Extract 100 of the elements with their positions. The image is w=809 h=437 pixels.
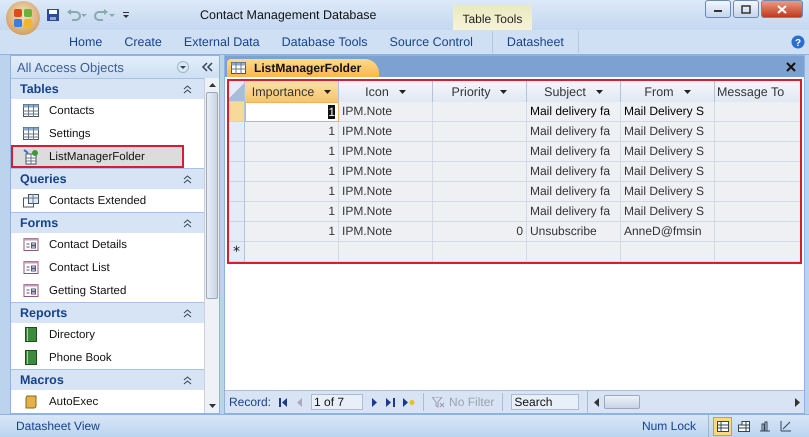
scroll-icon	[23, 394, 39, 408]
table-cell: 1	[245, 182, 339, 202]
navigation-item[interactable]: Contact List	[11, 256, 204, 279]
table-icon	[23, 104, 39, 117]
scroll-right-icon[interactable]	[794, 398, 800, 406]
ribbon-tab[interactable]: Datasheet	[492, 31, 579, 53]
help-icon[interactable]: ?	[791, 35, 805, 49]
office-button[interactable]	[6, 1, 40, 35]
close-icon[interactable]	[786, 62, 796, 72]
last-record-icon[interactable]	[386, 398, 396, 406]
table-cell: 1	[245, 142, 339, 162]
column-header[interactable]: Priority	[433, 81, 527, 102]
num-lock-indicator: Num Lock	[642, 419, 696, 433]
ribbon-tab[interactable]: External Data	[172, 31, 271, 53]
column-header[interactable]: Icon	[339, 81, 433, 102]
table-cell: Unsubscribe	[527, 222, 621, 242]
scrollbar-thumb[interactable]	[206, 92, 218, 299]
table-cell: 1	[245, 202, 339, 222]
record-position-field[interactable]: 1 of 7	[311, 394, 364, 410]
maximize-button[interactable]	[733, 0, 759, 18]
customize-icon[interactable]	[122, 10, 130, 20]
collapse-group-icon[interactable]	[183, 376, 192, 384]
table-icon	[231, 62, 246, 74]
group-header[interactable]: Reports	[11, 302, 204, 323]
new-record-marker: *	[229, 242, 245, 262]
table-cell: 1	[245, 122, 339, 142]
next-record-icon[interactable]	[371, 398, 378, 406]
navigation-item[interactable]: Contact Details	[11, 233, 204, 256]
table-cell: Mail Delivery S	[621, 182, 715, 202]
ribbon-tab[interactable]: Create	[113, 31, 173, 53]
datasheet-view-button[interactable]	[713, 416, 732, 436]
query-icon	[23, 194, 39, 208]
table-cell: Mail Delivery S	[621, 102, 715, 122]
navigation-item[interactable]: Contacts	[11, 99, 204, 122]
table-cell: Mail delivery fa	[527, 122, 621, 142]
report-icon	[23, 327, 39, 342]
dropdown-icon[interactable]	[177, 61, 189, 73]
ribbon-tab[interactable]: Source Control	[378, 31, 484, 53]
scroll-down-icon[interactable]	[208, 403, 216, 409]
navigation-item[interactable]: AutoExec	[11, 390, 204, 413]
vertical-scrollbar[interactable]	[204, 78, 219, 413]
dropdown-arrow-icon[interactable]	[596, 90, 603, 94]
collapse-pane-icon[interactable]	[201, 62, 213, 72]
scroll-left-icon[interactable]	[594, 398, 600, 406]
collapse-group-icon[interactable]	[183, 308, 192, 318]
bar-chart-icon	[758, 420, 770, 432]
column-header[interactable]: Importance	[245, 81, 339, 102]
search-field[interactable]: Search	[511, 394, 580, 410]
group-header[interactable]: Tables	[11, 78, 204, 99]
table-cell: Mail delivery fa	[527, 142, 621, 162]
navigation-item[interactable]: Phone Book	[11, 346, 204, 369]
column-header[interactable]: Subject	[527, 81, 621, 102]
datasheet-icon	[716, 420, 728, 432]
table-cell: Mail Delivery S	[621, 122, 715, 142]
table-cell: Mail delivery fa	[527, 182, 621, 202]
table-cell: Mail delivery fa	[527, 102, 621, 122]
window-title: Contact Management Database	[200, 8, 376, 22]
ribbon-tab[interactable]: Home	[58, 31, 114, 53]
close-icon	[777, 4, 787, 14]
navigation-item[interactable]: Settings	[11, 122, 204, 145]
navigation-item[interactable]: Contacts Extended	[11, 189, 204, 212]
dropdown-arrow-icon[interactable]	[684, 90, 691, 94]
dropdown-arrow-icon[interactable]	[398, 90, 406, 94]
group-header[interactable]: Forms	[11, 212, 204, 233]
group-header[interactable]: Queries	[11, 168, 204, 189]
form-icon	[23, 238, 39, 251]
group-header[interactable]: Macros	[11, 369, 204, 390]
minimize-button[interactable]	[705, 0, 731, 18]
pivot-table-icon	[738, 420, 750, 432]
scrollbar-thumb[interactable]	[604, 395, 640, 409]
new-record-icon[interactable]	[403, 398, 416, 406]
ribbon-tab[interactable]: Database Tools	[270, 31, 379, 53]
table-icon	[23, 127, 39, 140]
table-cell: IPM.Note	[339, 162, 433, 182]
first-record-icon[interactable]	[279, 398, 288, 406]
document-tab[interactable]: ListManagerFolder	[227, 59, 380, 77]
save-icon[interactable]	[46, 8, 60, 22]
scroll-up-icon[interactable]	[208, 82, 216, 88]
table-cell: 1	[245, 162, 339, 182]
navigation-item[interactable]: Getting Started	[11, 279, 204, 302]
navigation-pane-title: All Access Objects	[17, 60, 125, 74]
collapse-group-icon[interactable]	[183, 218, 192, 228]
table-cell: 1	[245, 102, 339, 122]
table-cell: 0	[433, 222, 527, 242]
column-header[interactable]: Message To	[715, 81, 800, 102]
table-cell: IPM.Note	[339, 202, 433, 222]
horizontal-scrollbar[interactable]	[587, 391, 800, 413]
report-icon	[23, 350, 39, 365]
navigation-item[interactable]: ListManagerFolder	[11, 145, 184, 168]
form-icon	[23, 284, 39, 297]
collapse-group-icon[interactable]	[183, 174, 192, 184]
dropdown-arrow-icon[interactable]	[500, 90, 508, 94]
collapse-group-icon[interactable]	[183, 84, 192, 94]
column-header[interactable]: From	[621, 81, 715, 102]
form-icon	[23, 261, 39, 274]
table-cell: Mail Delivery S	[621, 142, 715, 162]
close-button[interactable]	[761, 0, 803, 18]
dropdown-arrow-icon[interactable]	[324, 90, 332, 94]
navigation-item[interactable]: Directory	[11, 323, 204, 346]
record-label: Record:	[229, 395, 272, 409]
